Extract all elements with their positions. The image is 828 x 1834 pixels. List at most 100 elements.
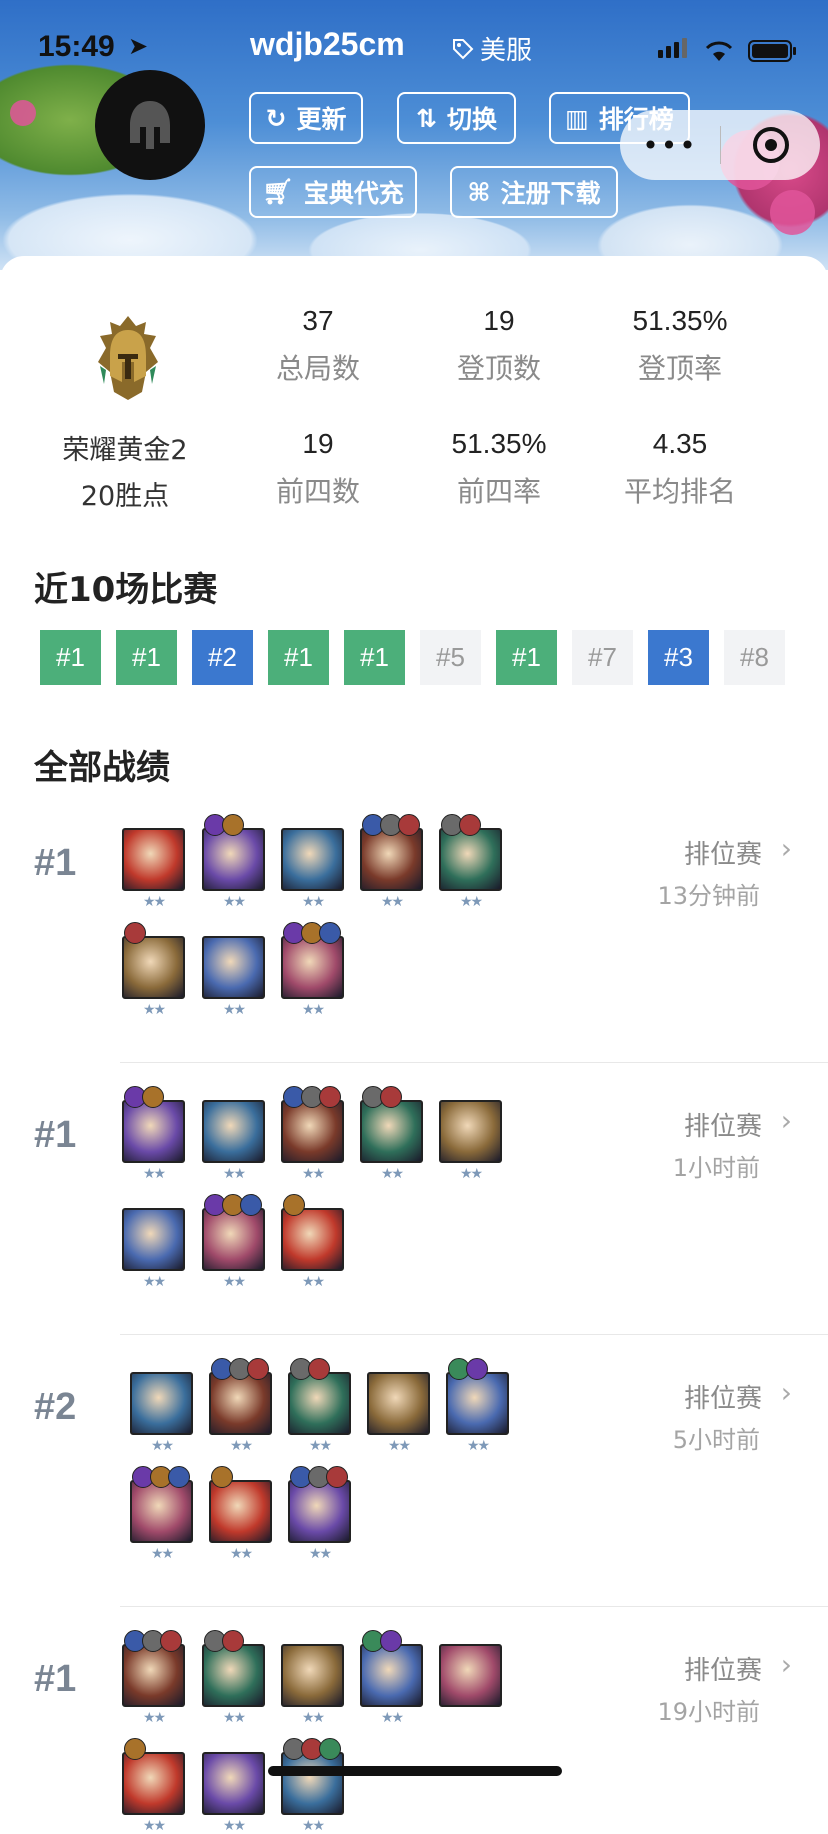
region-badge[interactable]: 美服 [452, 30, 532, 67]
wifi-icon [705, 41, 733, 61]
switch-label: 切换 [446, 105, 497, 134]
champion-portrait[interactable] [281, 828, 344, 891]
match-time-ago: 1小时前 [672, 1154, 760, 1182]
champion-portrait[interactable] [439, 1644, 502, 1707]
recent-result-chip[interactable]: #8 [724, 630, 785, 685]
champion-portrait[interactable] [202, 1752, 265, 1815]
star-level-icon: ★★ [301, 1166, 325, 1182]
tier-points: 20胜点 [80, 481, 170, 512]
recent-result-chip[interactable]: #1 [268, 630, 329, 685]
champion-portrait[interactable] [281, 1644, 344, 1707]
champion-items [283, 922, 341, 944]
champion-portrait[interactable] [202, 828, 265, 891]
champion-portrait[interactable] [122, 1644, 185, 1707]
champion-items [132, 1466, 190, 1488]
switch-button[interactable]: ⇅ 切换 [397, 92, 516, 144]
recent-result-chip[interactable]: #5 [420, 630, 481, 685]
status-indicators [658, 38, 798, 62]
tier-name: 荣耀黄金2 [62, 435, 188, 466]
champion-portrait[interactable] [209, 1480, 272, 1543]
champion-portrait[interactable] [209, 1372, 272, 1435]
location-arrow-icon: ➤ [128, 32, 149, 60]
recent-result-chip[interactable]: #7 [572, 630, 633, 685]
champion-items [204, 1630, 244, 1652]
champion-items [124, 1738, 146, 1760]
champion-portrait[interactable] [122, 828, 185, 891]
stat-value: 51.35% [451, 428, 547, 459]
star-level-icon: ★★ [142, 1274, 166, 1290]
chevron-right-icon: › [780, 832, 792, 865]
champion-portrait[interactable] [360, 828, 423, 891]
champion-items [290, 1358, 330, 1380]
recent-result-chip[interactable]: #1 [40, 630, 101, 685]
champion-portrait[interactable] [281, 1752, 344, 1815]
champion-portrait[interactable] [281, 1100, 344, 1163]
chevron-right-icon: › [780, 1648, 792, 1681]
status-time: 15:49 [38, 30, 115, 63]
recharge-label: 宝典代充 [303, 179, 404, 208]
recent-result-chip[interactable]: #1 [496, 630, 557, 685]
chevron-right-icon: › [780, 1104, 792, 1137]
champion-portrait[interactable] [122, 1208, 185, 1271]
champion-items [362, 1630, 402, 1652]
close-target-icon[interactable] [721, 125, 820, 165]
champion-portrait[interactable] [202, 1644, 265, 1707]
match-placement: #1 [34, 1658, 77, 1700]
refresh-button[interactable]: ↻ 更新 [249, 92, 363, 144]
stat-value: 4.35 [652, 428, 708, 459]
star-level-icon: ★★ [466, 1438, 490, 1454]
champion-portrait[interactable] [446, 1372, 509, 1435]
item-icon [459, 814, 481, 836]
champion-portrait[interactable] [122, 1100, 185, 1163]
match-mode: 排位赛 [683, 1384, 762, 1414]
register-download-button[interactable]: ⌘ 注册下载 [450, 166, 618, 218]
champion-portrait[interactable] [288, 1372, 351, 1435]
champion-portrait[interactable] [281, 1208, 344, 1271]
star-level-icon: ★★ [222, 894, 246, 910]
avatar[interactable] [95, 70, 205, 180]
champion-items [362, 1086, 402, 1108]
match-time-ago: 5小时前 [672, 1426, 760, 1454]
champion-portrait[interactable] [281, 936, 344, 999]
stat-first-count: 19 登顶数 [409, 305, 589, 387]
recent-result-chip[interactable]: #2 [192, 630, 253, 685]
stat-total-games: 37 总局数 [228, 305, 408, 387]
star-level-icon: ★★ [222, 1818, 246, 1834]
champion-portrait[interactable] [288, 1480, 351, 1543]
champion-items [283, 1086, 341, 1108]
chevron-right-icon: › [780, 1376, 792, 1409]
star-level-icon: ★★ [301, 1818, 325, 1834]
star-level-icon: ★★ [142, 1710, 166, 1726]
recent-results: #1 #1 #2 #1 #1 #5 #1 #7 #3 #8 [40, 630, 785, 685]
champion-portrait[interactable] [439, 1100, 502, 1163]
item-icon [168, 1466, 190, 1488]
champion-items [441, 814, 481, 836]
star-level-icon: ★★ [222, 1274, 246, 1290]
star-level-icon: ★★ [229, 1438, 253, 1454]
champion-portrait[interactable] [202, 1100, 265, 1163]
champion-portrait[interactable] [122, 1752, 185, 1815]
champion-portrait[interactable] [122, 936, 185, 999]
champion-portrait[interactable] [367, 1372, 430, 1435]
star-level-icon: ★★ [150, 1546, 174, 1562]
recharge-button[interactable]: 🛒︎ 宝典代充 [249, 166, 417, 218]
champion-portrait[interactable] [439, 828, 502, 891]
champion-portrait[interactable] [202, 1208, 265, 1271]
item-icon [124, 922, 146, 944]
item-icon [124, 1738, 146, 1760]
more-icon[interactable]: ••• [620, 129, 720, 162]
champion-portrait[interactable] [202, 936, 265, 999]
recent-result-chip[interactable]: #3 [648, 630, 709, 685]
register-label: 注册下载 [500, 179, 601, 208]
recent-result-chip[interactable]: #1 [344, 630, 405, 685]
champion-portrait[interactable] [360, 1100, 423, 1163]
star-level-icon: ★★ [222, 1166, 246, 1182]
star-level-icon: ★★ [380, 1710, 404, 1726]
item-icon [466, 1358, 488, 1380]
champion-portrait[interactable] [130, 1372, 193, 1435]
champion-portrait[interactable] [360, 1644, 423, 1707]
recent-result-chip[interactable]: #1 [116, 630, 177, 685]
champion-portrait[interactable] [130, 1480, 193, 1543]
item-icon [222, 814, 244, 836]
star-level-icon: ★★ [301, 1710, 325, 1726]
